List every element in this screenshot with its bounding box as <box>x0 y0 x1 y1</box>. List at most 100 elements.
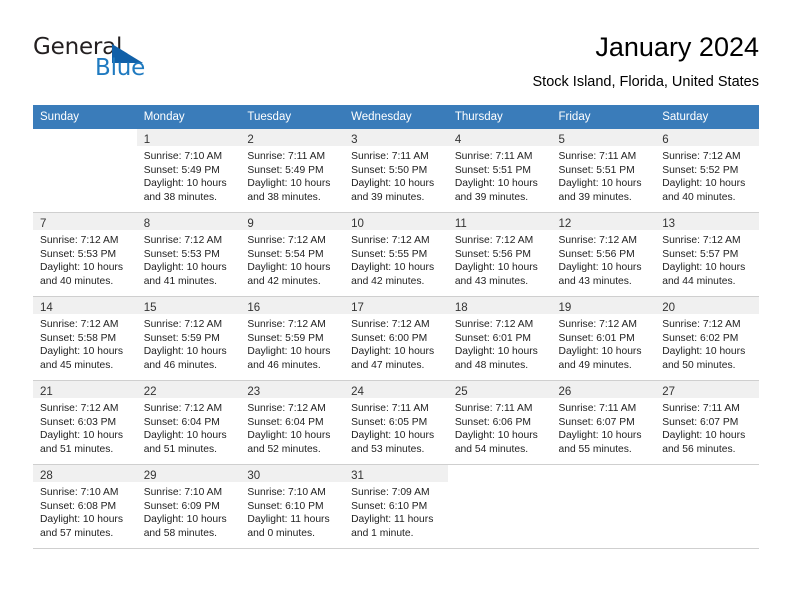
day-cell[interactable]: 7 Sunrise: 7:12 AM Sunset: 5:53 PM Daylight… <box>33 213 137 297</box>
day-number-bar: 1 <box>136 129 241 146</box>
weekday-header-saturday: Saturday <box>655 105 759 129</box>
calendar-body: 1 Sunrise: 7:10 AM Sunset: 5:49 PM Daylight… <box>33 129 759 549</box>
day-number-bar <box>552 465 656 482</box>
day-number: 1 <box>143 134 151 146</box>
day-detail-line: Daylight: 11 hours <box>247 514 330 526</box>
calendar-week-row: 21 Sunrise: 7:12 AM Sunset: 6:03 PM Dayligh… <box>33 381 759 465</box>
day-cell[interactable]: 6 Sunrise: 7:12 AM Sunset: 5:52 PM Daylight… <box>655 129 759 213</box>
day-detail-lines: Sunrise: 7:12 AM Sunset: 6:01 PM Daylight:… <box>448 314 552 372</box>
day-detail-line: and 38 minutes. <box>247 191 321 203</box>
day-cell[interactable]: 27 Sunrise: 7:11 AM Sunset: 6:07 PM Dayligh… <box>655 381 759 465</box>
day-detail-line: and 53 minutes. <box>351 443 425 455</box>
day-detail-lines: Sunrise: 7:11 AM Sunset: 6:07 PM Daylight:… <box>655 398 759 456</box>
day-cell[interactable]: 25 Sunrise: 7:11 AM Sunset: 6:06 PM Dayligh… <box>447 381 552 465</box>
day-cell-inner: 18 Sunrise: 7:12 AM Sunset: 6:01 PM Dayligh… <box>447 297 552 381</box>
day-detail-lines: Sunrise: 7:12 AM Sunset: 5:53 PM Daylight:… <box>33 230 137 288</box>
weekday-header-monday: Monday <box>136 105 241 129</box>
day-detail-line: and 56 minutes. <box>662 443 736 455</box>
day-cell[interactable]: 18 Sunrise: 7:12 AM Sunset: 6:01 PM Dayligh… <box>447 297 552 381</box>
day-cell[interactable]: 5 Sunrise: 7:11 AM Sunset: 5:51 PM Daylight… <box>551 129 656 213</box>
day-number: 13 <box>662 218 676 230</box>
day-number-bar: 7 <box>33 213 137 230</box>
day-cell[interactable]: 19 Sunrise: 7:12 AM Sunset: 6:01 PM Dayligh… <box>551 297 656 381</box>
day-detail-line: Sunrise: 7:12 AM <box>558 319 637 330</box>
day-cell[interactable]: 23 Sunrise: 7:12 AM Sunset: 6:04 PM Dayligh… <box>240 381 345 465</box>
day-detail-line: Sunset: 6:06 PM <box>454 416 531 428</box>
day-cell[interactable]: 1 Sunrise: 7:10 AM Sunset: 5:49 PM Daylight… <box>136 129 241 213</box>
day-cell[interactable]: 11 Sunrise: 7:12 AM Sunset: 5:56 PM Dayligh… <box>447 213 552 297</box>
day-cell[interactable]: 30 Sunrise: 7:10 AM Sunset: 6:10 PM Dayligh… <box>240 465 345 549</box>
day-detail-line: and 40 minutes. <box>662 191 736 203</box>
day-number: 22 <box>143 386 157 398</box>
day-cell[interactable]: 21 Sunrise: 7:12 AM Sunset: 6:03 PM Dayligh… <box>33 381 137 465</box>
day-detail-line: Sunrise: 7:11 AM <box>558 403 637 414</box>
day-cell-empty <box>33 129 137 213</box>
day-cell[interactable]: 9 Sunrise: 7:12 AM Sunset: 5:54 PM Daylight… <box>240 213 345 297</box>
day-number: 16 <box>247 302 261 314</box>
day-cell[interactable]: 10 Sunrise: 7:12 AM Sunset: 5:55 PM Dayligh… <box>344 213 448 297</box>
day-number-bar: 23 <box>240 381 345 398</box>
day-detail-line: Sunset: 5:49 PM <box>143 164 220 176</box>
day-cell[interactable]: 14 Sunrise: 7:12 AM Sunset: 5:58 PM Dayligh… <box>33 297 137 381</box>
day-detail-line: Sunrise: 7:11 AM <box>247 151 326 162</box>
day-number: 19 <box>558 302 572 314</box>
day-number: 29 <box>143 470 157 482</box>
day-detail-line: Daylight: 10 hours <box>247 430 331 442</box>
day-detail-lines: Sunrise: 7:10 AM Sunset: 6:10 PM Daylight:… <box>240 482 344 540</box>
day-cell[interactable]: 8 Sunrise: 7:12 AM Sunset: 5:53 PM Daylight… <box>136 213 241 297</box>
day-cell[interactable]: 26 Sunrise: 7:11 AM Sunset: 6:07 PM Dayligh… <box>551 381 656 465</box>
day-cell[interactable]: 28 Sunrise: 7:10 AM Sunset: 6:08 PM Dayligh… <box>33 465 137 549</box>
day-detail-line: Sunset: 6:07 PM <box>662 416 739 428</box>
day-number: 20 <box>662 302 676 314</box>
day-detail-line: and 52 minutes. <box>247 443 321 455</box>
day-detail-line: Sunrise: 7:11 AM <box>454 403 533 414</box>
day-detail-line: and 42 minutes. <box>247 275 321 287</box>
day-cell[interactable]: 29 Sunrise: 7:10 AM Sunset: 6:09 PM Dayligh… <box>136 465 241 549</box>
day-cell[interactable]: 31 Sunrise: 7:09 AM Sunset: 6:10 PM Dayligh… <box>344 465 448 549</box>
day-number: 4 <box>454 134 462 146</box>
day-detail-line: and 55 minutes. <box>558 443 632 455</box>
day-detail-lines: Sunrise: 7:12 AM Sunset: 6:00 PM Daylight:… <box>344 314 448 372</box>
day-cell-inner: 7 Sunrise: 7:12 AM Sunset: 5:53 PM Daylight… <box>33 213 137 297</box>
day-cell[interactable]: 20 Sunrise: 7:12 AM Sunset: 6:02 PM Dayligh… <box>655 297 759 381</box>
day-cell[interactable]: 12 Sunrise: 7:12 AM Sunset: 5:56 PM Dayligh… <box>551 213 656 297</box>
day-detail-line: Sunset: 5:59 PM <box>143 332 220 344</box>
day-detail-line: Sunrise: 7:12 AM <box>247 319 326 330</box>
day-detail-line: and 44 minutes. <box>662 275 736 287</box>
day-detail-lines: Sunrise: 7:12 AM Sunset: 6:01 PM Daylight:… <box>552 314 656 372</box>
day-cell-inner: 15 Sunrise: 7:12 AM Sunset: 5:59 PM Dayligh… <box>136 297 241 381</box>
day-number-bar: 26 <box>551 381 656 398</box>
day-detail-line: and 39 minutes. <box>351 191 425 203</box>
day-detail-lines: Sunrise: 7:11 AM Sunset: 6:05 PM Daylight:… <box>344 398 448 456</box>
day-detail-line: and 48 minutes. <box>454 359 529 371</box>
day-cell[interactable]: 15 Sunrise: 7:12 AM Sunset: 5:59 PM Dayligh… <box>136 297 241 381</box>
calendar-week-row: 14 Sunrise: 7:12 AM Sunset: 5:58 PM Dayligh… <box>33 297 759 381</box>
day-cell[interactable]: 2 Sunrise: 7:11 AM Sunset: 5:49 PM Daylight… <box>240 129 345 213</box>
day-detail-line: Sunset: 6:08 PM <box>40 500 117 512</box>
day-cell[interactable]: 16 Sunrise: 7:12 AM Sunset: 5:59 PM Dayligh… <box>240 297 345 381</box>
day-cell[interactable]: 13 Sunrise: 7:12 AM Sunset: 5:57 PM Dayligh… <box>655 213 759 297</box>
day-detail-lines: Sunrise: 7:10 AM Sunset: 5:49 PM Daylight:… <box>137 146 241 204</box>
day-cell[interactable]: 22 Sunrise: 7:12 AM Sunset: 6:04 PM Dayligh… <box>136 381 241 465</box>
day-cell[interactable]: 24 Sunrise: 7:11 AM Sunset: 6:05 PM Dayligh… <box>344 381 448 465</box>
day-cell[interactable]: 3 Sunrise: 7:11 AM Sunset: 5:50 PM Daylight… <box>344 129 448 213</box>
day-detail-line: and 43 minutes. <box>454 275 529 287</box>
day-detail-line: Sunrise: 7:11 AM <box>454 151 533 162</box>
day-cell-empty <box>551 465 656 549</box>
day-detail-line: Sunset: 6:10 PM <box>247 500 324 512</box>
brand-logo[interactable]: General Blue <box>33 34 233 90</box>
day-number-bar: 30 <box>240 465 345 482</box>
day-number: 23 <box>247 386 261 398</box>
day-number-bar: 4 <box>447 129 552 146</box>
day-detail-lines: Sunrise: 7:10 AM Sunset: 6:09 PM Daylight:… <box>137 482 241 540</box>
day-detail-line: Sunset: 6:01 PM <box>454 332 531 344</box>
day-number: 5 <box>558 134 565 146</box>
day-cell[interactable]: 4 Sunrise: 7:11 AM Sunset: 5:51 PM Daylight… <box>447 129 552 213</box>
day-detail-line: and 58 minutes. <box>143 527 217 539</box>
day-cell-inner: 25 Sunrise: 7:11 AM Sunset: 6:06 PM Dayligh… <box>447 381 552 465</box>
calendar-table: Sunday Monday Tuesday Wednesday Thursday Frid… <box>33 105 759 549</box>
day-cell-inner: 29 Sunrise: 7:10 AM Sunset: 6:09 PM Dayligh… <box>136 465 241 549</box>
day-cell-inner: 17 Sunrise: 7:12 AM Sunset: 6:00 PM Dayligh… <box>344 297 448 381</box>
day-cell[interactable]: 17 Sunrise: 7:12 AM Sunset: 6:00 PM Dayligh… <box>344 297 448 381</box>
day-detail-line: Daylight: 10 hours <box>558 346 642 358</box>
